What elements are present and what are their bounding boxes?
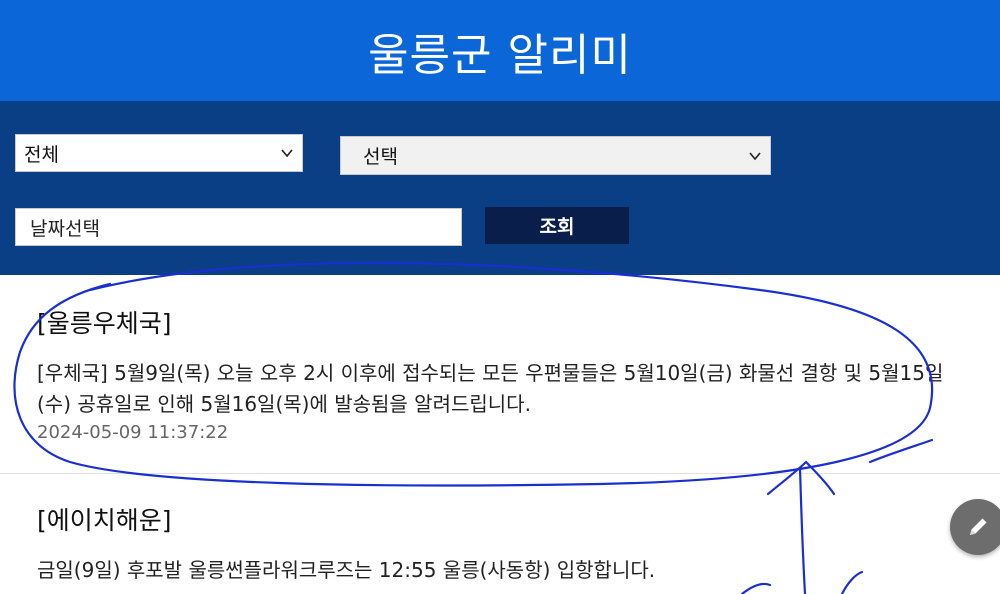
- search-button-label: 조회: [539, 216, 575, 238]
- category-select[interactable]: 전체: [15, 134, 303, 172]
- pencil-icon: [970, 518, 987, 535]
- notice-title: [에이치해운]: [37, 506, 172, 535]
- date-picker-input[interactable]: 날짜선택: [15, 208, 462, 246]
- chevron-down-icon: [281, 149, 293, 158]
- app-title: 울릉군 알리미: [368, 29, 632, 81]
- app-header: 울릉군 알리미: [0, 0, 1000, 101]
- notice-datetime: 2024-05-09 11:37:22: [37, 422, 229, 443]
- notice-body: 금일(9일) 후포발 울릉썬플라워크루즈는 12:55 울릉(사동항) 입항합니…: [37, 558, 656, 582]
- subcategory-select[interactable]: 선택: [340, 136, 771, 175]
- search-button[interactable]: 조회: [485, 207, 629, 244]
- notice-body: [우체국] 5월9일(목) 오늘 오후 2시 이후에 접수되는 모든 우편물들은…: [37, 361, 944, 416]
- subcategory-select-value: 선택: [363, 146, 398, 168]
- category-select-value: 전체: [24, 143, 59, 166]
- date-picker-placeholder: 날짜선택: [30, 217, 100, 240]
- notice-item[interactable]: [에이치해운] 금일(9일) 후포발 울릉썬플라워크루즈는 12:55 울릉(사…: [0, 475, 1000, 594]
- notice-item[interactable]: [울릉우체국] [우체국] 5월9일(목) 오늘 오후 2시 이후에 접수되는 …: [0, 276, 1000, 474]
- notice-title: [울릉우체국]: [37, 309, 172, 338]
- chevron-down-icon: [749, 151, 761, 160]
- filter-panel: [0, 101, 1000, 275]
- write-button[interactable]: [950, 499, 1000, 555]
